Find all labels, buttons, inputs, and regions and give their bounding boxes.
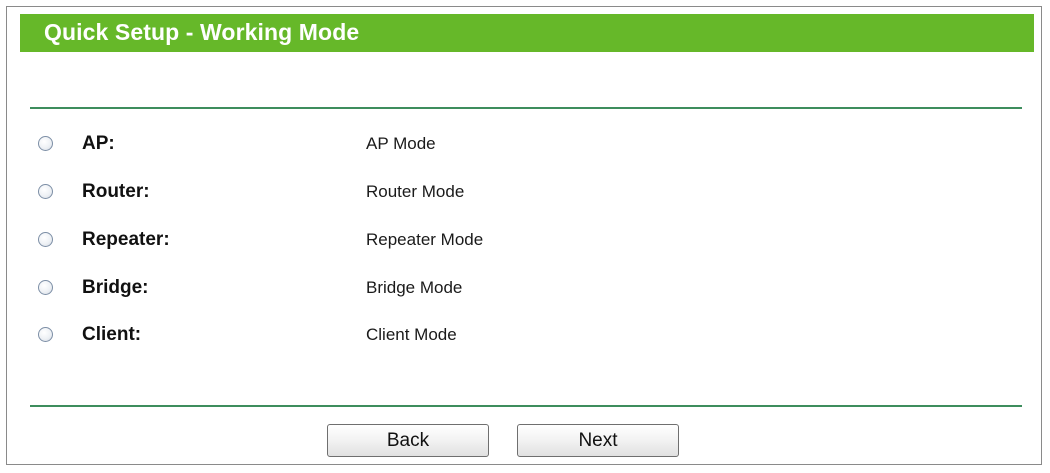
ap-mode-label: AP: (82, 133, 115, 154)
back-button[interactable]: Back (327, 424, 489, 457)
mode-option-router[interactable]: Router: Router Mode (36, 174, 736, 210)
bridge-radio-button[interactable] (38, 280, 53, 295)
router-mode-label: Router: (82, 181, 150, 202)
client-radio-button[interactable] (38, 327, 53, 342)
next-button[interactable]: Next (517, 424, 679, 457)
bridge-mode-label: Bridge: (82, 277, 149, 298)
bridge-mode-description: Bridge Mode (366, 278, 463, 297)
client-mode-description: Client Mode (366, 325, 457, 344)
mode-option-bridge[interactable]: Bridge: Bridge Mode (36, 270, 736, 306)
repeater-mode-label: Repeater: (82, 229, 170, 250)
bottom-divider (30, 405, 1022, 407)
title-bar: Quick Setup - Working Mode (20, 14, 1034, 52)
ap-mode-description: AP Mode (366, 134, 436, 153)
mode-option-ap[interactable]: AP: AP Mode (36, 126, 736, 162)
mode-option-client[interactable]: Client: Client Mode (36, 317, 736, 353)
top-divider (30, 107, 1022, 109)
client-mode-label: Client: (82, 324, 142, 345)
ap-radio-button[interactable] (38, 136, 53, 151)
router-mode-description: Router Mode (366, 182, 465, 201)
repeater-mode-description: Repeater Mode (366, 230, 484, 249)
mode-option-repeater[interactable]: Repeater: Repeater Mode (36, 222, 736, 258)
repeater-radio-button[interactable] (38, 232, 53, 247)
page-title: Quick Setup - Working Mode (44, 19, 360, 45)
router-radio-button[interactable] (38, 184, 53, 199)
